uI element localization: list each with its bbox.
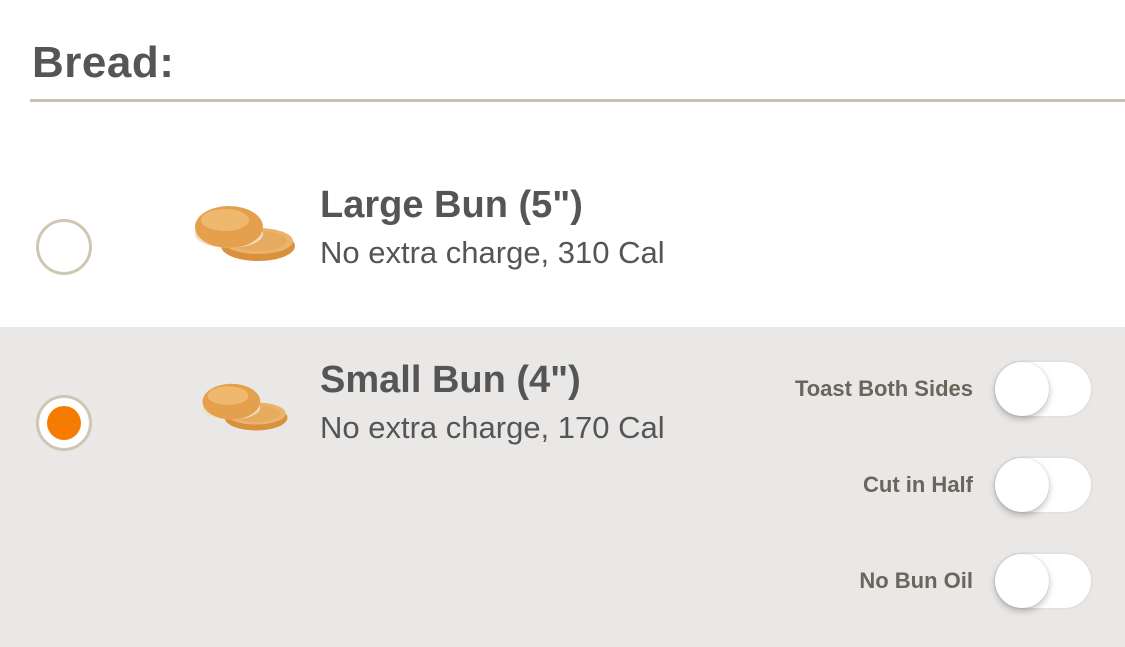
option-title: Small Bun (4"): [320, 359, 581, 401]
radio-selected-dot: [47, 406, 81, 440]
bun-icon: [202, 383, 288, 431]
option-subtitle: No extra charge, 170 Cal: [320, 410, 665, 445]
modifier-no-bun-oil: No Bun Oil: [859, 551, 1093, 611]
radio-large-bun[interactable]: [36, 219, 92, 275]
bread-options-panel: Bread: Large Bun (5") No extra charge, 3…: [0, 0, 1125, 647]
option-small-bun[interactable]: Small Bun (4") No extra charge, 170 Cal …: [0, 327, 1125, 647]
option-subtitle: No extra charge, 310 Cal: [320, 235, 665, 270]
toggle-knob: [995, 458, 1049, 512]
toggle-knob: [995, 362, 1049, 416]
modifier-label: Cut in Half: [863, 472, 973, 497]
option-large-bun[interactable]: Large Bun (5") No extra charge, 310 Cal: [0, 160, 1125, 326]
modifier-toast-both-sides: Toast Both Sides: [795, 359, 1093, 419]
radio-small-bun[interactable]: [36, 395, 92, 451]
section-divider: [30, 99, 1125, 102]
option-title: Large Bun (5"): [320, 184, 583, 226]
modifier-label: Toast Both Sides: [794, 376, 973, 401]
modifier-label: No Bun Oil: [859, 568, 973, 593]
toggle-knob: [995, 554, 1049, 608]
cut-in-half-toggle[interactable]: [993, 456, 1093, 514]
section-title: Bread:: [32, 38, 175, 87]
toast-both-sides-toggle[interactable]: [993, 360, 1093, 418]
no-bun-oil-toggle[interactable]: [993, 552, 1093, 610]
modifier-cut-in-half: Cut in Half: [863, 455, 1093, 515]
bun-icon: [195, 206, 295, 261]
